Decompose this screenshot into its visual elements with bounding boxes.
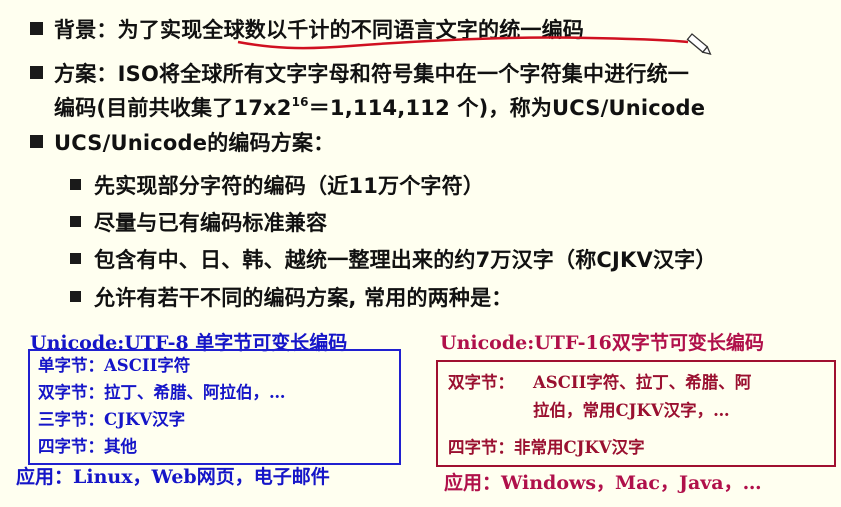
bullet-square-icon <box>70 179 81 190</box>
bullet-square-icon <box>70 291 81 302</box>
utf16-row1-value-cont: 拉伯，常用CJKV汉字，… <box>533 401 730 420</box>
utf8-row-value: ASCII字符 <box>104 356 191 375</box>
utf16-row2: 四字节：非常用CJKV汉字 <box>448 434 645 458</box>
utf16-application: 应用：Windows，Mac，Java，… <box>444 472 762 494</box>
bullet-square-icon <box>70 216 81 227</box>
utf8-row-label: 三字节： <box>38 410 104 429</box>
sub-bullet-text: 允许有若干不同的编码方案, 常用的两种是： <box>94 286 513 310</box>
bullet-label: 方案： <box>54 62 118 86</box>
utf8-row-value: CJKV汉字 <box>104 410 186 429</box>
bullet-square-icon <box>30 135 43 148</box>
utf8-row-value: 拉丁、希腊、阿拉伯，… <box>104 383 286 402</box>
pen-cursor-icon <box>686 33 712 55</box>
utf8-row: 单字节：ASCII字符 <box>38 352 190 376</box>
sub-bullet-text: 先实现部分字符的编码（近11万个字符） <box>94 174 485 198</box>
bullet-square-icon <box>70 253 81 264</box>
utf8-application: 应用：Linux，Web网页，电子邮件 <box>16 466 330 488</box>
bullet-square-icon <box>30 22 43 35</box>
utf8-row: 三字节：CJKV汉字 <box>38 406 185 430</box>
bullet-label: 背景： <box>54 18 118 42</box>
sub-bullet-text: 包含有中、日、韩、越统一整理出来的约7万汉字（称CJKV汉字） <box>94 248 717 272</box>
bullet-line2-sup: 16 <box>291 95 309 109</box>
bullet-square-icon <box>30 66 43 79</box>
bullet-line1: ISO将全球所有文字字母和符号集中在一个字符集中进行统一 <box>117 62 689 86</box>
utf8-row: 四字节：其他 <box>38 433 137 457</box>
utf8-row-label: 四字节： <box>38 437 104 456</box>
utf8-row-label: 双字节： <box>38 383 104 402</box>
utf16-row1-label: 双字节： <box>448 373 514 392</box>
utf8-row-label: 单字节： <box>38 356 104 375</box>
utf16-row1-value: ASCII字符、拉丁、希腊、阿 <box>533 373 752 392</box>
utf8-row-value: 其他 <box>104 437 137 456</box>
sub-bullet-text: 尽量与已有编码标准兼容 <box>94 211 328 235</box>
utf16-row2-value: 非常用CJKV汉字 <box>514 438 645 457</box>
utf16-row2-label: 四字节： <box>448 438 514 457</box>
bullet-line2-pre: 编码(目前共收集了17x2 <box>54 96 292 120</box>
utf8-row: 双字节：拉丁、希腊、阿拉伯，… <box>38 379 286 403</box>
bullet-text: UCS/Unicode的编码方案： <box>54 131 335 155</box>
utf16-title: Unicode:UTF-16双字节可变长编码 <box>440 332 764 354</box>
bullet-line2-post: ＝1,114,112 个)，称为UCS/Unicode <box>308 96 706 120</box>
